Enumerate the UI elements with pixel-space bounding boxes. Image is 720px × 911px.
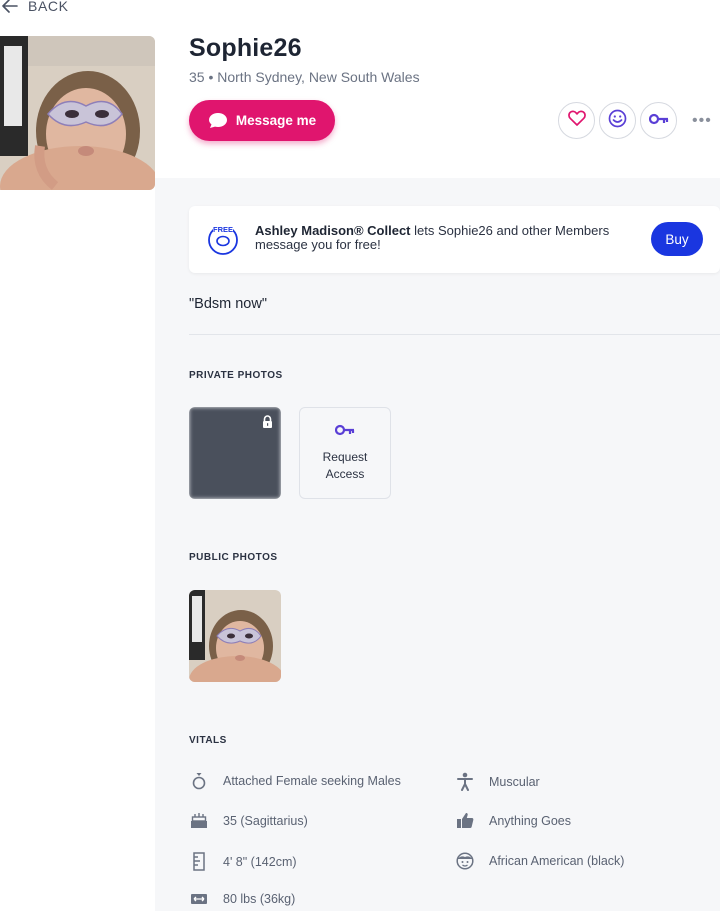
face-icon [455,852,475,870]
vital-body-type: Muscular [455,772,540,791]
vital-interests-text: Anything Goes [489,813,571,828]
collect-promo-card: FREE Ashley Madison® Collect lets Sophie… [189,206,720,273]
vital-ethnicity: African American (black) [455,852,624,870]
vital-interests: Anything Goes [455,812,571,829]
free-badge-text: FREE [213,225,233,234]
vital-weight-text: 80 lbs (36kg) [223,892,296,906]
vital-age: 35 (Sagittarius) [189,812,308,829]
promo-brand: Ashley Madison® Collect [255,223,411,238]
vital-ethnicity-text: African American (black) [489,854,625,868]
arrow-left-icon [2,0,18,13]
heart-icon [567,110,586,131]
public-photos-heading: PUBLIC PHOTOS [189,552,278,563]
cake-icon [189,812,209,829]
profile-name: Sophie26 [189,34,302,62]
vital-height-text: 4' 8" (142cm) [223,854,297,869]
public-photo[interactable] [189,590,281,682]
ruler-icon [189,852,209,871]
private-photo[interactable] [189,407,281,499]
vital-weight: 80 lbs (36kg) [189,892,295,906]
buy-button[interactable]: Buy [651,222,703,256]
vital-relationship: Attached Female seeking Males [189,772,401,790]
private-photos-heading: PRIVATE PHOTOS [189,370,283,381]
smiley-icon [608,109,627,133]
profile-tagline: "Bdsm now" [189,296,267,312]
vital-age-text: 35 (Sagittarius) [223,813,308,828]
more-options-button[interactable]: ••• [692,112,712,130]
vital-relationship-text: Attached Female seeking Males [223,774,401,788]
request-access-label: Request Access [322,450,368,481]
body-icon [455,772,475,791]
message-me-label: Message me [235,113,317,128]
divider [189,334,720,335]
key-icon [334,423,355,441]
vitals-heading: VITALS [189,735,227,746]
vital-body-type-text: Muscular [489,774,540,789]
promo-text: Ashley Madison® Collect lets Sophie26 an… [255,224,635,252]
chat-bubble-icon [208,112,228,129]
free-message-badge-icon: FREE [205,220,241,261]
weight-icon [189,893,209,905]
wink-button[interactable] [599,102,636,139]
key-button[interactable] [640,102,677,139]
back-link[interactable]: BACK [2,0,69,14]
profile-content [155,178,720,911]
vital-height: 4' 8" (142cm) [189,852,297,871]
favorite-button[interactable] [558,102,595,139]
lock-icon [262,415,273,433]
key-icon [648,112,669,130]
back-label: BACK [28,0,69,14]
ring-icon [189,772,209,790]
thumbs-up-icon [455,812,475,829]
avatar[interactable] [0,36,155,190]
message-me-button[interactable]: Message me [189,100,335,141]
request-access-button[interactable]: Request Access [299,407,391,499]
profile-location: 35 • North Sydney, New South Wales [189,69,420,85]
